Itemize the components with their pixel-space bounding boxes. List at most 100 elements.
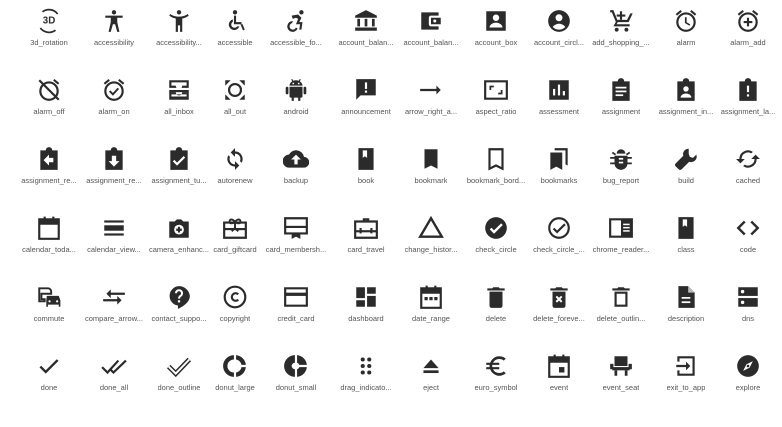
icon-tile[interactable]: assignment bbox=[590, 77, 652, 133]
euro-symbol-icon bbox=[483, 353, 509, 379]
icon-tile[interactable]: dns bbox=[717, 284, 779, 340]
icon-tile[interactable]: contact_suppo... bbox=[148, 284, 210, 340]
icon-tile[interactable]: explore bbox=[717, 353, 779, 409]
icon-tile[interactable]: eject bbox=[400, 353, 462, 409]
icon-tile[interactable]: assessment bbox=[528, 77, 590, 133]
icon-tile[interactable]: arrow_right_a... bbox=[400, 77, 462, 133]
icon-label: description bbox=[667, 314, 705, 323]
icon-tile[interactable]: compare_arrow... bbox=[83, 284, 145, 340]
icon-tile[interactable]: 3D 3d_rotation bbox=[18, 8, 80, 64]
icon-tile[interactable]: alarm_off bbox=[18, 77, 80, 133]
icon-tile[interactable]: euro_symbol bbox=[465, 353, 527, 409]
icon-tile[interactable]: alarm_on bbox=[83, 77, 145, 133]
icon-tile[interactable]: camera_enhanc... bbox=[148, 215, 210, 271]
icon-tile[interactable]: accessible_fo... bbox=[265, 8, 327, 64]
icon-tile[interactable]: commute bbox=[18, 284, 80, 340]
account-box-icon bbox=[483, 8, 509, 34]
icon-tile[interactable]: aspect_ratio bbox=[465, 77, 527, 133]
icon-tile[interactable]: event_seat bbox=[590, 353, 652, 409]
icon-tile[interactable]: bookmarks bbox=[528, 146, 590, 202]
icon-tile[interactable]: alarm bbox=[655, 8, 717, 64]
icon-label: calendar_view... bbox=[87, 245, 141, 254]
icon-tile[interactable]: calendar_view... bbox=[83, 215, 145, 271]
icon-tile[interactable]: description bbox=[655, 284, 717, 340]
icon-tile[interactable]: class bbox=[655, 215, 717, 271]
icon-label: build bbox=[678, 176, 694, 185]
icon-tile[interactable]: all_out bbox=[204, 77, 266, 133]
icon-tile[interactable]: accessibility... bbox=[148, 8, 210, 64]
icon-tile[interactable]: alarm_add bbox=[717, 8, 779, 64]
icon-tile[interactable]: android bbox=[265, 77, 327, 133]
icon-tile[interactable]: delete_outlin... bbox=[590, 284, 652, 340]
class-icon bbox=[673, 215, 699, 241]
icon-tile[interactable]: account_circl... bbox=[528, 8, 590, 64]
icon-tile[interactable]: assignment_re... bbox=[18, 146, 80, 202]
icon-tile[interactable]: delete_foreve... bbox=[528, 284, 590, 340]
check-circle-outline-icon bbox=[546, 215, 572, 241]
icon-tile[interactable]: dashboard bbox=[335, 284, 397, 340]
icon-label: donut_large bbox=[215, 383, 255, 392]
icon-tile[interactable]: assignment_in... bbox=[655, 77, 717, 133]
bookmark-border-icon bbox=[483, 146, 509, 172]
icon-tile[interactable]: autorenew bbox=[204, 146, 266, 202]
icon-tile[interactable]: build bbox=[655, 146, 717, 202]
compare-arrows-icon bbox=[101, 284, 127, 310]
icon-tile[interactable]: account_box bbox=[465, 8, 527, 64]
icon-tile[interactable]: card_giftcard bbox=[204, 215, 266, 271]
icon-tile[interactable]: card_travel bbox=[335, 215, 397, 271]
icon-tile[interactable]: bug_report bbox=[590, 146, 652, 202]
icon-label: camera_enhanc... bbox=[148, 245, 210, 254]
icon-label: credit_card bbox=[277, 314, 315, 323]
icon-tile[interactable]: code bbox=[717, 215, 779, 271]
icon-tile[interactable]: event bbox=[528, 353, 590, 409]
icon-tile[interactable]: backup bbox=[265, 146, 327, 202]
icon-label: drag_indicato... bbox=[340, 383, 392, 392]
icon-label: assessment bbox=[538, 107, 580, 116]
icon-tile[interactable]: drag_indicato... bbox=[335, 353, 397, 409]
assignment-icon bbox=[608, 77, 634, 103]
delete-icon bbox=[483, 284, 509, 310]
icon-label: assignment_la... bbox=[720, 107, 776, 116]
icon-tile[interactable]: date_range bbox=[400, 284, 462, 340]
icon-tile[interactable]: done bbox=[18, 353, 80, 409]
dns-icon bbox=[735, 284, 761, 310]
icon-tile[interactable]: check_circle bbox=[465, 215, 527, 271]
icon-tile[interactable]: bookmark_bord... bbox=[465, 146, 527, 202]
icon-tile[interactable]: announcement bbox=[335, 77, 397, 133]
event-seat-icon bbox=[608, 353, 634, 379]
icon-label: dashboard bbox=[348, 314, 384, 323]
icon-tile[interactable]: check_circle_... bbox=[528, 215, 590, 271]
icon-tile[interactable]: all_inbox bbox=[148, 77, 210, 133]
icon-tile[interactable]: assignment_tu... bbox=[148, 146, 210, 202]
icon-tile[interactable]: donut_large bbox=[204, 353, 266, 409]
icon-tile[interactable]: donut_small bbox=[265, 353, 327, 409]
icon-tile[interactable]: assignment_la... bbox=[717, 77, 779, 133]
icon-tile[interactable]: add_shopping_... bbox=[590, 8, 652, 64]
icon-tile[interactable]: change_histor... bbox=[400, 215, 462, 271]
commute-icon bbox=[36, 284, 62, 310]
icon-tile[interactable]: chrome_reader... bbox=[590, 215, 652, 271]
icon-tile[interactable]: delete bbox=[465, 284, 527, 340]
icon-tile[interactable]: done_all bbox=[83, 353, 145, 409]
icon-tile[interactable]: card_membersh... bbox=[265, 215, 327, 271]
icon-tile[interactable]: done_outline bbox=[148, 353, 210, 409]
copyright-icon bbox=[222, 284, 248, 310]
icon-tile[interactable]: bookmark bbox=[400, 146, 462, 202]
done-all-icon bbox=[101, 353, 127, 379]
icon-tile[interactable]: accessibility bbox=[83, 8, 145, 64]
alarm-off-icon bbox=[36, 77, 62, 103]
icon-tile[interactable]: cached bbox=[717, 146, 779, 202]
icon-label: assignment_in... bbox=[658, 107, 714, 116]
icon-label: done_all bbox=[99, 383, 129, 392]
icon-tile[interactable]: account_balan... bbox=[400, 8, 462, 64]
icon-tile[interactable]: account_balan... bbox=[335, 8, 397, 64]
icon-tile[interactable]: calendar_toda... bbox=[18, 215, 80, 271]
svg-text:3D: 3D bbox=[43, 16, 55, 27]
icon-tile[interactable]: credit_card bbox=[265, 284, 327, 340]
icon-tile[interactable]: accessible bbox=[204, 8, 266, 64]
icon-tile[interactable]: exit_to_app bbox=[655, 353, 717, 409]
icon-tile[interactable]: assignment_re... bbox=[83, 146, 145, 202]
icon-tile[interactable]: book bbox=[335, 146, 397, 202]
icon-tile[interactable]: copyright bbox=[204, 284, 266, 340]
chrome-reader-mode-icon bbox=[608, 215, 634, 241]
